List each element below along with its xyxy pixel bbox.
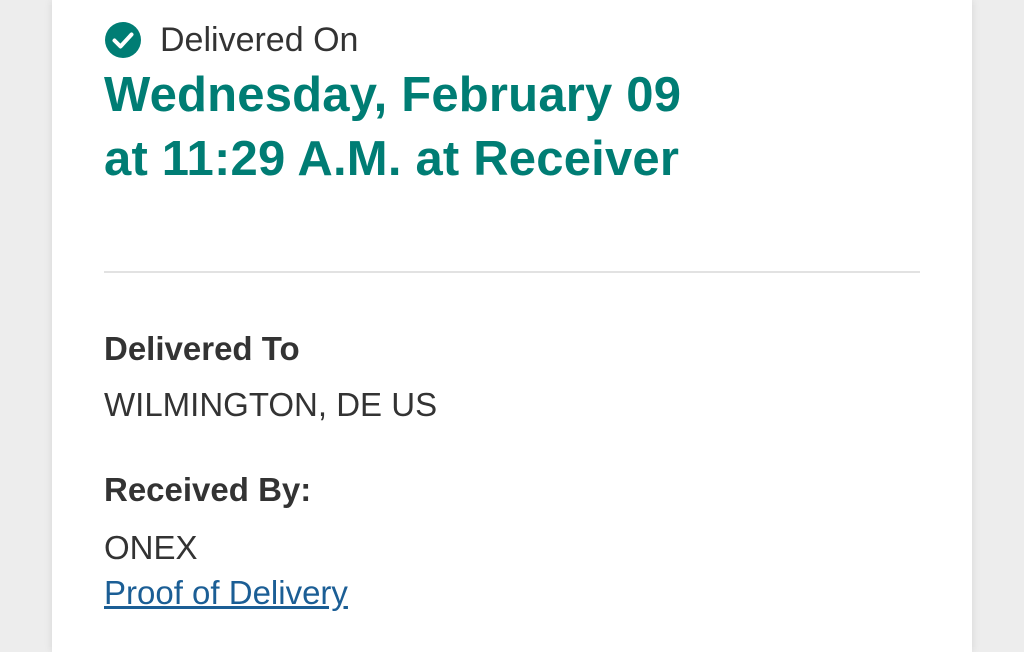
check-circle-icon: [104, 21, 142, 59]
delivered-to-label: Delivered To: [104, 330, 300, 367]
proof-of-delivery-link[interactable]: Proof of Delivery: [104, 573, 348, 613]
section-divider: [104, 271, 920, 273]
delivery-date-time: Wednesday, February 09 at 11:29 A.M. at …: [104, 63, 924, 191]
delivery-status-row: Delivered On: [104, 20, 358, 60]
delivery-status-label: Delivered On: [160, 21, 359, 59]
received-by-label: Received By:: [104, 471, 312, 508]
delivery-date-line: Wednesday, February 09: [104, 68, 682, 122]
page: Delivered On Wednesday, February 09 at 1…: [0, 0, 1024, 652]
delivery-time-line: at 11:29 A.M. at Receiver: [104, 132, 680, 186]
received-by-value: ONEX: [104, 529, 198, 566]
delivered-to-value: WILMINGTON, DE US: [104, 386, 438, 423]
delivery-card: Delivered On Wednesday, February 09 at 1…: [52, 0, 972, 652]
